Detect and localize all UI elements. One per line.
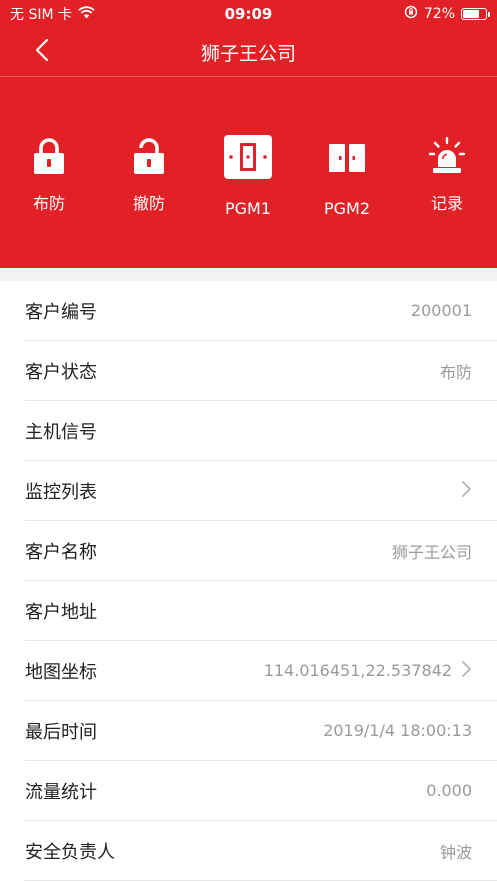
row-value: 0.000	[426, 781, 472, 800]
row-key: 客户状态	[25, 361, 97, 383]
status-right: 72%	[404, 5, 490, 23]
row-key: 流量统计	[25, 781, 97, 803]
row-key: 地图坐标	[25, 661, 97, 683]
chevron-right-icon	[460, 480, 472, 502]
row-customer-name: 客户名称 狮子王公司	[25, 521, 497, 581]
row-key: 客户名称	[25, 541, 97, 563]
row-customer-status: 客户状态 布防	[25, 341, 497, 401]
lock-closed-icon	[19, 137, 79, 175]
row-value: 狮子王公司	[391, 542, 472, 562]
row-customer-address: 客户地址	[25, 581, 497, 641]
action-label: 记录	[430, 194, 463, 213]
row-value: 114.016451,22.537842	[263, 661, 452, 680]
battery-icon	[461, 8, 490, 20]
pgm1-button[interactable]: PGM1	[203, 77, 293, 269]
action-panel: 布防 撤防 PGM1 PGM2 记录	[0, 76, 497, 268]
row-key: 安全负责人	[25, 841, 115, 863]
records-button[interactable]: 记录	[402, 77, 492, 269]
row-traffic-stats: 流量统计 0.000	[25, 761, 497, 821]
row-customer-id: 客户编号 200001	[25, 281, 497, 341]
battery-percent: 72%	[423, 6, 455, 22]
lock-open-icon	[119, 137, 179, 175]
switch-single-icon	[218, 134, 278, 180]
row-key: 客户地址	[25, 601, 97, 623]
alarm-light-icon	[417, 137, 477, 175]
detail-list: 客户编号 200001 客户状态 布防 主机信号 监控列表 客户名称 狮子王公司…	[0, 281, 497, 883]
row-value: 布防	[439, 362, 472, 382]
action-label: PGM1	[224, 199, 272, 218]
row-value: 200001	[410, 301, 472, 320]
status-left: 无 SIM 卡	[10, 4, 95, 24]
row-key: 监控列表	[25, 481, 97, 503]
chevron-right-icon	[460, 660, 472, 682]
row-value: 钟波	[439, 842, 472, 862]
orientation-lock-icon	[404, 5, 418, 23]
row-last-time: 最后时间 2019/1/4 18:00:13	[25, 701, 497, 761]
row-key: 客户编号	[25, 301, 97, 323]
row-value: 2019/1/4 18:00:13	[323, 721, 472, 740]
row-host-signal: 主机信号	[25, 401, 497, 461]
row-key: 最后时间	[25, 721, 97, 743]
action-label: PGM2	[323, 199, 371, 218]
carrier-text: 无 SIM 卡	[10, 7, 72, 23]
battery-level	[463, 10, 479, 18]
wifi-icon	[78, 5, 95, 23]
arm-button[interactable]: 布防	[4, 77, 94, 269]
chevron-left-icon	[35, 38, 49, 66]
disarm-button[interactable]: 撤防	[104, 77, 194, 269]
action-label: 撤防	[132, 194, 165, 213]
nav-bar: 狮子王公司	[0, 28, 497, 76]
page-title: 狮子王公司	[200, 42, 296, 65]
action-label: 布防	[32, 194, 65, 213]
status-bar: 无 SIM 卡 09:09 72%	[0, 0, 497, 28]
row-security-owner: 安全负责人 钟波	[25, 821, 497, 881]
switch-double-icon	[317, 144, 377, 172]
pgm2-button[interactable]: PGM2	[302, 77, 392, 269]
row-monitor-list[interactable]: 监控列表	[25, 461, 497, 521]
back-button[interactable]	[28, 38, 56, 66]
row-map-coordinates[interactable]: 地图坐标 114.016451,22.537842	[25, 641, 497, 701]
row-key: 主机信号	[25, 421, 97, 443]
